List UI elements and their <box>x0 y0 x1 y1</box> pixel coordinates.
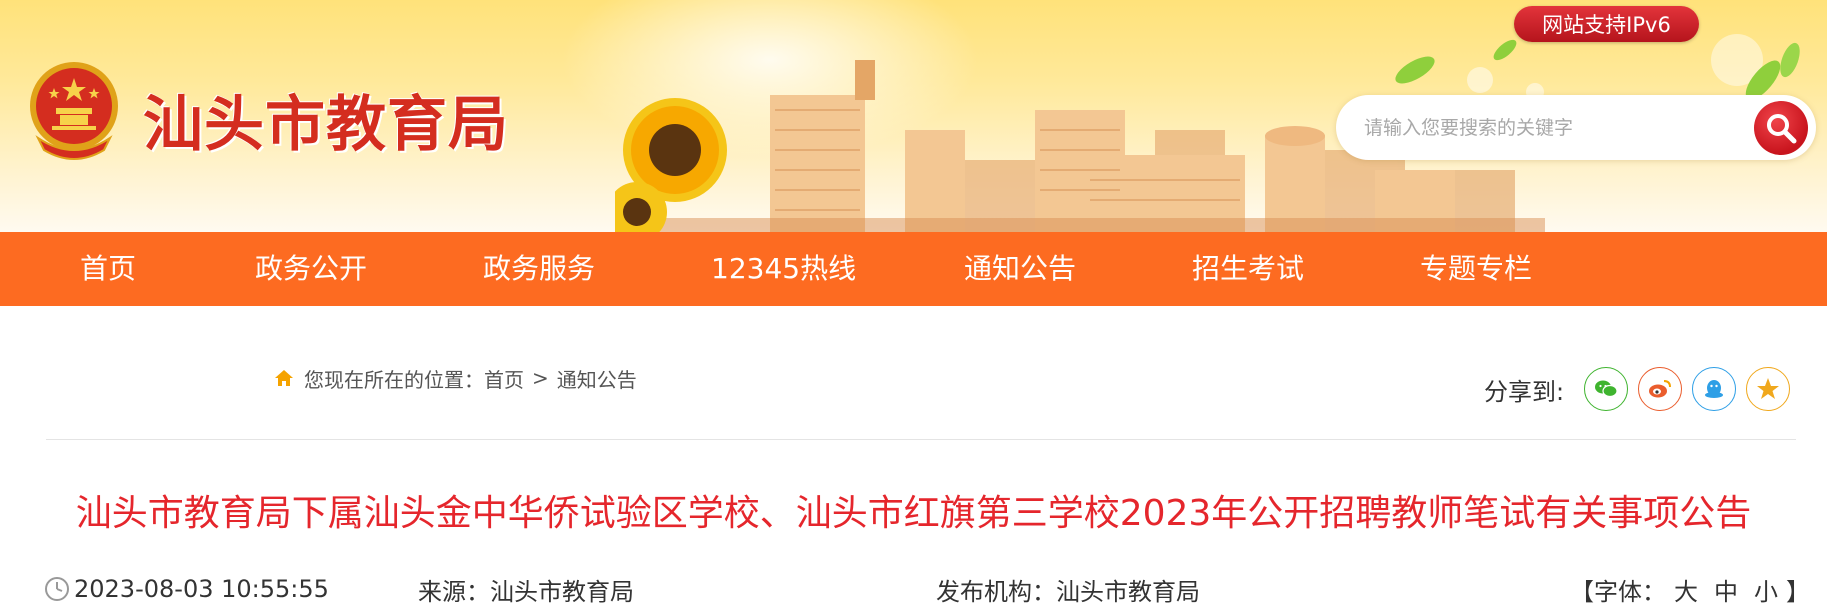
breadcrumb-prefix: 您现在所在的位置： <box>304 367 484 392</box>
publisher-value: 汕头市教育局 <box>1056 577 1200 606</box>
site-title: 汕头市教育局 <box>143 90 509 160</box>
nav-item-government-services[interactable]: 政务服务 <box>483 232 595 306</box>
search-input[interactable] <box>1364 109 1734 147</box>
breadcrumb-separator: > <box>532 366 549 390</box>
home-icon <box>275 370 293 386</box>
font-size-label: 【字体： <box>1570 577 1666 606</box>
national-emblem-icon <box>30 62 118 160</box>
source-value: 汕头市教育局 <box>490 577 634 606</box>
nav-item-government-affairs[interactable]: 政务公开 <box>255 232 367 306</box>
breadcrumb-home-link[interactable]: 首页 <box>484 364 524 393</box>
search-icon <box>1767 114 1797 144</box>
breadcrumb: 您现在所在的位置： 首页 > 通知公告 <box>274 364 637 392</box>
font-size-medium-button[interactable]: 中 <box>1714 572 1738 607</box>
nav-item-notices[interactable]: 通知公告 <box>964 232 1076 306</box>
nav-item-home[interactable]: 首页 <box>80 232 136 306</box>
font-size-large-button[interactable]: 大 <box>1674 572 1698 607</box>
article-source: 来源： 汕头市教育局 <box>418 573 634 606</box>
share-qq-button[interactable] <box>1692 367 1737 411</box>
nav-item-special-topics[interactable]: 专题专栏 <box>1420 232 1532 306</box>
breadcrumb-notices-link[interactable]: 通知公告 <box>557 364 637 393</box>
qzone-star-icon <box>1757 378 1780 399</box>
main-nav: 首页 政务公开 政务服务 12345热线 通知公告 招生考试 专题专栏 <box>0 232 1827 306</box>
nav-item-12345-hotline[interactable]: 12345热线 <box>711 232 856 306</box>
wechat-icon <box>1595 380 1618 398</box>
share-weibo-button[interactable] <box>1638 367 1683 411</box>
share-label: 分享到: <box>1484 377 1565 406</box>
font-size-small-button[interactable]: 小 <box>1754 572 1778 607</box>
header-banner: 汕头市教育局 网站支持IPv6 请输入您要搜索的关键字 <box>0 0 1827 232</box>
clock-icon <box>45 577 69 601</box>
content-divider <box>46 439 1796 440</box>
qq-icon <box>1705 380 1724 398</box>
article-date: 2023-08-03 10:55:55 <box>44 573 329 605</box>
share-bar: 分享到: <box>1484 367 1800 411</box>
search-button[interactable] <box>1754 101 1808 155</box>
font-size-control: 【字体： 大 中 小 】 <box>1570 572 1810 607</box>
share-wechat-button[interactable] <box>1584 367 1629 411</box>
article-date-value: 2023-08-03 10:55:55 <box>74 575 329 603</box>
weibo-icon <box>1649 380 1672 398</box>
share-qzone-button[interactable] <box>1746 367 1791 411</box>
search-box <box>1336 95 1816 160</box>
article-publisher: 发布机构： 汕头市教育局 <box>936 573 1200 606</box>
publisher-label: 发布机构： <box>936 577 1056 606</box>
ipv6-badge[interactable]: 网站支持IPv6 <box>1514 6 1699 42</box>
source-label: 来源： <box>418 577 490 606</box>
font-size-close-bracket: 】 <box>1786 577 1810 606</box>
article-title: 汕头市教育局下属汕头金中华侨试验区学校、汕头市红旗第三学校2023年公开招聘教师… <box>75 493 1752 534</box>
nav-item-admissions[interactable]: 招生考试 <box>1192 232 1304 306</box>
